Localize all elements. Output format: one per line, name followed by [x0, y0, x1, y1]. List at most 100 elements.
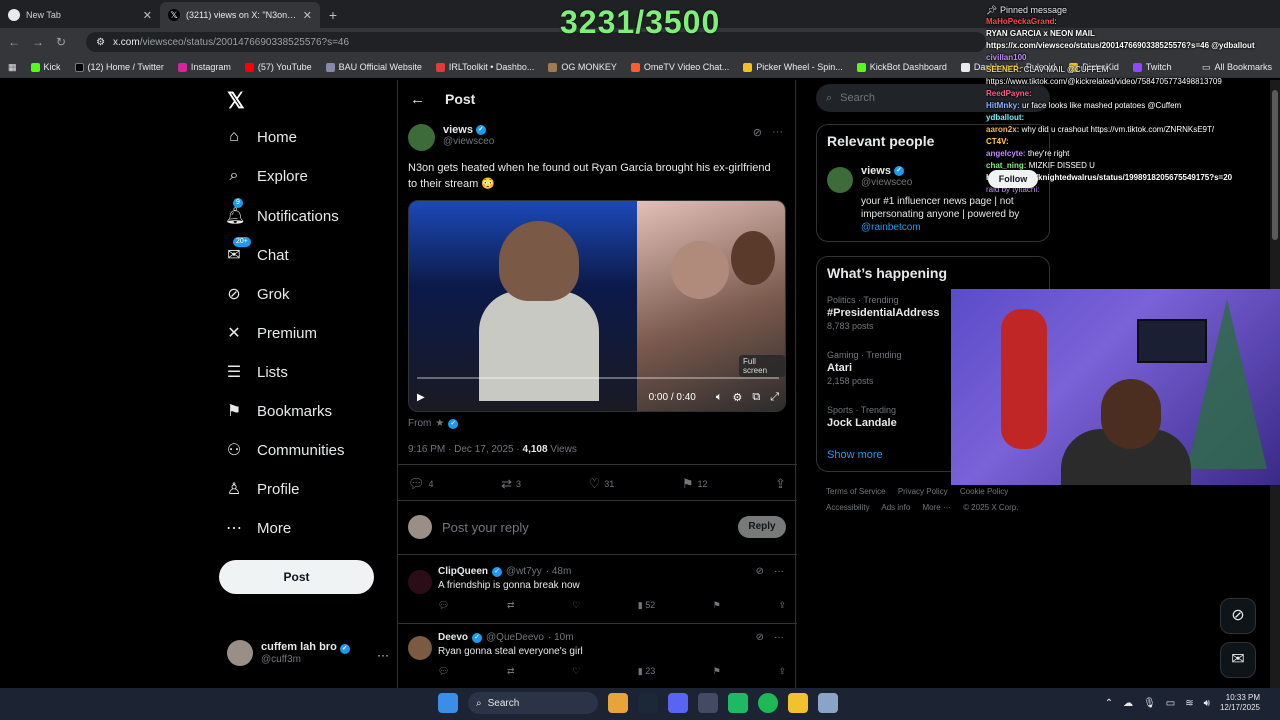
messages-button[interactable]: ✉ — [1220, 642, 1256, 678]
sidebar-item-communities[interactable]: ⚇ Communities — [225, 440, 345, 460]
reply-button[interactable]: Reply — [738, 516, 786, 538]
play-icon[interactable]: ▶ — [417, 392, 425, 403]
sidebar-item-home[interactable]: ⌂ Home — [225, 128, 297, 146]
views-action[interactable]: ▮ 23 — [638, 666, 655, 677]
grok-button[interactable]: ⊘ — [1220, 598, 1256, 634]
close-icon[interactable]: ✕ — [303, 9, 312, 22]
bookmark-bau[interactable]: BAU Official Website — [325, 62, 422, 72]
footer-link[interactable]: Ads info — [881, 503, 910, 512]
share-icon[interactable]: ⇪ — [778, 600, 786, 611]
monitor-icon[interactable]: ▭ — [1166, 698, 1175, 709]
settings-icon[interactable] — [818, 693, 838, 713]
footer-link[interactable]: Privacy Policy — [898, 487, 948, 496]
cloud-icon[interactable]: ☁ — [1123, 698, 1133, 709]
video-progress-bar[interactable] — [417, 377, 779, 379]
back-arrow-icon[interactable]: ← — [410, 91, 425, 108]
sidebar-item-more[interactable]: ⋯ More — [225, 518, 291, 538]
person-link[interactable]: @rainbetcom — [861, 221, 1041, 234]
reply-avatar[interactable] — [408, 570, 432, 594]
sidebar-item-bookmarks[interactable]: ⚑ Bookmarks — [225, 401, 332, 421]
wifi-icon[interactable]: ≋ — [1185, 698, 1193, 709]
sidebar-item-grok[interactable]: ⊘ Grok — [225, 284, 289, 304]
more-icon[interactable]: ··· — [772, 126, 783, 139]
chrome-icon[interactable] — [608, 693, 628, 713]
bookmark-ometv[interactable]: OmeTV Video Chat... — [630, 62, 729, 72]
sidebar-item-profile[interactable]: ♙ Profile — [225, 479, 300, 499]
new-tab-button[interactable]: + — [320, 2, 346, 28]
folder-icon[interactable] — [788, 693, 808, 713]
fullscreen-icon[interactable]: ⤢ — [770, 391, 779, 404]
bookmark-instagram[interactable]: Instagram — [177, 62, 231, 72]
more-icon[interactable]: ··· — [774, 566, 784, 577]
account-switcher[interactable]: cuffem lah bro ✓ @cuff3m ··· — [227, 640, 389, 666]
reply-input[interactable]: Post your reply — [442, 520, 728, 535]
post-button[interactable]: Post — [219, 560, 374, 594]
volume-icon[interactable]: 🔊︎ — [1204, 698, 1210, 709]
repost-icon[interactable]: ⇄ — [507, 666, 515, 677]
bookmark-kick[interactable]: Kick — [30, 62, 61, 72]
post-timestamp[interactable]: 9:16 PM · Dec 17, 2025 · — [408, 444, 523, 455]
footer-link[interactable]: Cookie Policy — [960, 487, 1008, 496]
windows-start-icon[interactable] — [438, 693, 458, 713]
sidebar-item-premium[interactable]: ✕ Premium — [225, 323, 317, 343]
footer-link[interactable]: More ··· — [923, 503, 951, 512]
grok-icon[interactable]: ⊘ — [756, 632, 764, 643]
close-icon[interactable]: ✕ — [143, 9, 152, 22]
reply-action[interactable]: 💬︎ 4 — [408, 476, 434, 492]
comment-icon[interactable]: 💬︎ — [438, 600, 449, 611]
tab-x-post[interactable]: 𝕏 (3211) views on X: "N3on gets I ✕ — [160, 2, 320, 28]
more-icon[interactable]: ··· — [774, 632, 784, 643]
sidebar-item-explore[interactable]: ⌕ Explore — [225, 167, 308, 185]
terminal-icon[interactable] — [728, 693, 748, 713]
site-info-icon[interactable]: ⚙ — [96, 37, 105, 48]
mic-icon[interactable]: 🎙︎ — [1143, 698, 1156, 709]
bookmark-action[interactable]: ⚑ 12 — [682, 476, 708, 492]
tab-new-tab[interactable]: New Tab ✕ — [0, 2, 160, 28]
sidebar-item-lists[interactable]: ☰ Lists — [225, 362, 288, 382]
chevron-up-icon[interactable]: ⌃ — [1105, 698, 1113, 709]
follow-button[interactable]: Follow — [988, 170, 1038, 188]
heart-icon[interactable]: ♡ — [572, 600, 580, 611]
steam-icon[interactable] — [638, 693, 658, 713]
bookmark-icon[interactable]: ⚑ — [713, 600, 721, 611]
forward-icon[interactable]: → — [32, 35, 44, 49]
volume-icon[interactable]: 🔈︎ — [716, 391, 723, 404]
app-icon[interactable] — [698, 693, 718, 713]
video-player[interactable]: Full screen ▶ 0:00 / 0:40 🔈︎ ⚙ ⧉ ⤢ — [408, 200, 786, 412]
reply-avatar[interactable] — [408, 636, 432, 660]
clock[interactable]: 10:33 PM 12/17/2025 — [1220, 693, 1260, 713]
grok-icon[interactable]: ⊘ — [753, 126, 762, 139]
share-icon[interactable]: ⇪ — [778, 666, 786, 677]
bookmark-youtube[interactable]: (57) YouTube — [244, 62, 312, 72]
settings-icon[interactable]: ⚙ — [732, 391, 742, 404]
show-more-link[interactable]: Show more — [827, 449, 883, 461]
bookmark-picker-wheel[interactable]: Picker Wheel - Spin... — [743, 62, 843, 72]
pip-icon[interactable]: ⧉ — [752, 391, 760, 404]
spotify-icon[interactable] — [758, 693, 778, 713]
footer-link[interactable]: Terms of Service — [826, 487, 886, 496]
views-action[interactable]: ▮ 52 — [638, 600, 655, 611]
bookmark-icon[interactable]: ⚑ — [713, 666, 721, 677]
x-logo-icon[interactable]: 𝕏 — [227, 88, 245, 114]
relevant-person[interactable]: views ✓ @viewsceo — [861, 165, 912, 188]
reload-icon[interactable]: ↻ — [56, 35, 66, 49]
repost-icon[interactable]: ⇄ — [507, 600, 515, 611]
repost-action[interactable]: ⇄ 3 — [501, 476, 521, 492]
bookmark-og-monkey[interactable]: OG MONKEY — [548, 62, 617, 72]
sidebar-item-notifications[interactable]: 🔔︎ 9 Notifications — [225, 198, 339, 226]
taskbar-search[interactable]: ⌕ Search — [468, 692, 598, 714]
more-icon[interactable]: ··· — [377, 648, 389, 662]
address-bar[interactable]: ⚙ x.com/viewsceo/status/2001476690338525… — [86, 32, 987, 52]
share-action[interactable]: ⇪ — [775, 476, 786, 492]
heart-icon[interactable]: ♡ — [572, 666, 580, 677]
bookmark-irltoolkit[interactable]: IRLToolkit • Dashbo... — [435, 62, 534, 72]
apps-icon[interactable]: ▦ — [8, 62, 17, 73]
comment-icon[interactable]: 💬︎ — [438, 666, 449, 677]
discord-icon[interactable] — [668, 693, 688, 713]
bookmark-twitter[interactable]: (12) Home / Twitter — [74, 62, 164, 72]
sidebar-item-chat[interactable]: ✉ 20+ Chat — [225, 237, 289, 265]
back-icon[interactable]: ← — [8, 35, 20, 49]
avatar[interactable] — [827, 167, 853, 193]
post-author[interactable]: views ✓ @viewsceo — [408, 124, 494, 151]
like-action[interactable]: ♡ 31 — [589, 476, 615, 492]
